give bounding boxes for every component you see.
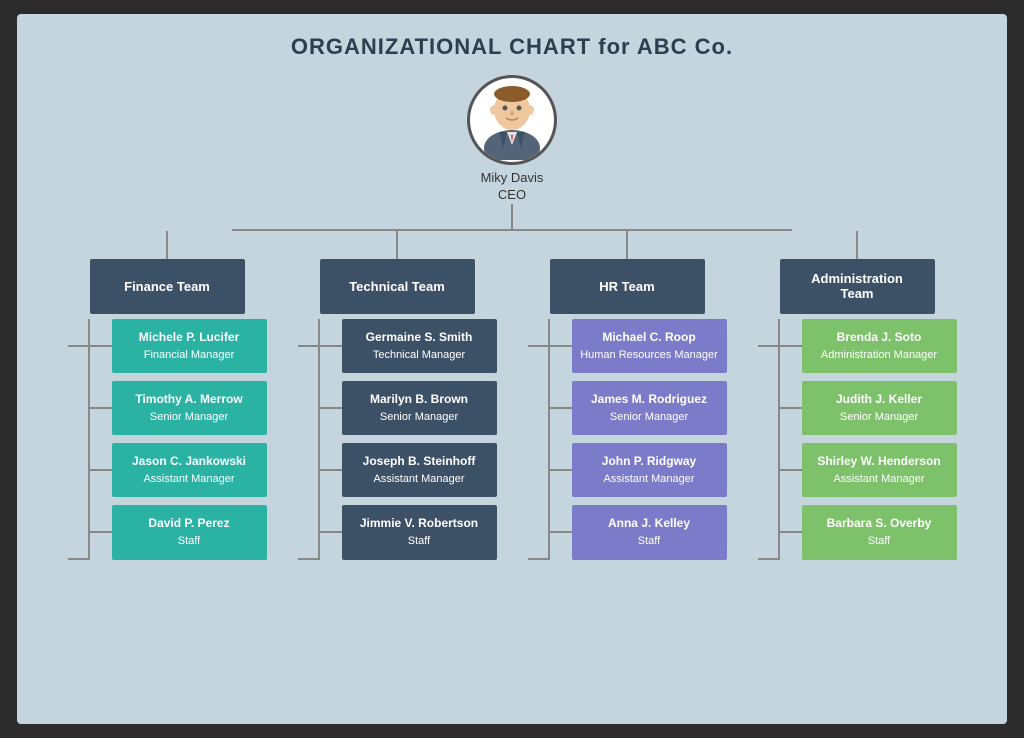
table-row: Brenda J. Soto Administration Manager (780, 319, 957, 373)
chart-container: ORGANIZATIONAL CHART for ABC Co. (17, 14, 1007, 724)
four-teams: Finance Team Michele P. Lucifer (52, 231, 972, 560)
emp-card-admin-2: Judith J. Keller Senior Manager (802, 381, 957, 435)
hr-members-list: Michael C. Roop Human Resources Manager … (550, 319, 727, 560)
admin-vline-top (856, 231, 858, 259)
emp-card-tech-2: Marilyn B. Brown Senior Manager (342, 381, 497, 435)
chart-title: ORGANIZATIONAL CHART for ABC Co. (37, 34, 987, 60)
technical-members-list: Germaine S. Smith Technical Manager Mari… (320, 319, 497, 560)
technical-members: Germaine S. Smith Technical Manager Mari… (298, 319, 497, 560)
finance-members: Michele P. Lucifer Financial Manager Tim… (68, 319, 267, 560)
table-row: John P. Ridgway Assistant Manager (550, 443, 727, 497)
hr-members: Michael C. Roop Human Resources Manager … (528, 319, 727, 560)
hr-team-box: HR Team (550, 259, 705, 314)
technical-bracket (298, 319, 320, 560)
table-row: David P. Perez Staff (90, 505, 267, 559)
table-row: Judith J. Keller Senior Manager (780, 381, 957, 435)
admin-bracket (758, 319, 780, 560)
hr-vline-top (626, 231, 628, 259)
hr-bracket (528, 319, 550, 560)
emp-card-hr-1: Michael C. Roop Human Resources Manager (572, 319, 727, 373)
emp-card-finance-3: Jason C. Jankowski Assistant Manager (112, 443, 267, 497)
hr-team-column: HR Team Michael C. Roop (527, 231, 727, 560)
admin-team-column: Administration Team Brenda J. Soto (757, 231, 957, 560)
table-row: James M. Rodriguez Senior Manager (550, 381, 727, 435)
ceo-vline (511, 204, 513, 229)
ceo-avatar (467, 75, 557, 165)
ceo-row: Miky Davis CEO (467, 75, 557, 204)
emp-card-hr-3: John P. Ridgway Assistant Manager (572, 443, 727, 497)
emp-card-hr-4: Anna J. Kelley Staff (572, 505, 727, 559)
finance-bracket (68, 319, 90, 560)
table-row: Jason C. Jankowski Assistant Manager (90, 443, 267, 497)
emp-card-tech-4: Jimmie V. Robertson Staff (342, 505, 497, 559)
table-row: Shirley W. Henderson Assistant Manager (780, 443, 957, 497)
table-row: Michael C. Roop Human Resources Manager (550, 319, 727, 373)
emp-card-finance-4: David P. Perez Staff (112, 505, 267, 559)
emp-card-admin-4: Barbara S. Overby Staff (802, 505, 957, 559)
admin-team-box: Administration Team (780, 259, 935, 314)
finance-vline-top (166, 231, 168, 259)
finance-team-column: Finance Team Michele P. Lucifer (67, 231, 267, 560)
emp-card-admin-1: Brenda J. Soto Administration Manager (802, 319, 957, 373)
technical-team-column: Technical Team Germaine S. Smith (297, 231, 497, 560)
table-row: Germaine S. Smith Technical Manager (320, 319, 497, 373)
table-row: Marilyn B. Brown Senior Manager (320, 381, 497, 435)
emp-card-admin-3: Shirley W. Henderson Assistant Manager (802, 443, 957, 497)
teams-hline (132, 229, 892, 231)
table-row: Joseph B. Steinhoff Assistant Manager (320, 443, 497, 497)
table-row: Barbara S. Overby Staff (780, 505, 957, 559)
finance-team-box: Finance Team (90, 259, 245, 314)
emp-card-tech-3: Joseph B. Steinhoff Assistant Manager (342, 443, 497, 497)
finance-members-list: Michele P. Lucifer Financial Manager Tim… (90, 319, 267, 560)
emp-card-hr-2: James M. Rodriguez Senior Manager (572, 381, 727, 435)
emp-card-tech-1: Germaine S. Smith Technical Manager (342, 319, 497, 373)
admin-members-list: Brenda J. Soto Administration Manager Ju… (780, 319, 957, 560)
admin-members: Brenda J. Soto Administration Manager Ju… (758, 319, 957, 560)
org-chart: Miky Davis CEO Finance Team (37, 75, 987, 560)
technical-team-box: Technical Team (320, 259, 475, 314)
technical-vline-top (396, 231, 398, 259)
table-row: Michele P. Lucifer Financial Manager (90, 319, 267, 373)
emp-card-finance-1: Michele P. Lucifer Financial Manager (112, 319, 267, 373)
ceo-name: Miky Davis CEO (481, 170, 544, 204)
table-row: Jimmie V. Robertson Staff (320, 505, 497, 559)
emp-card-finance-2: Timothy A. Merrow Senior Manager (112, 381, 267, 435)
table-row: Anna J. Kelley Staff (550, 505, 727, 559)
table-row: Timothy A. Merrow Senior Manager (90, 381, 267, 435)
